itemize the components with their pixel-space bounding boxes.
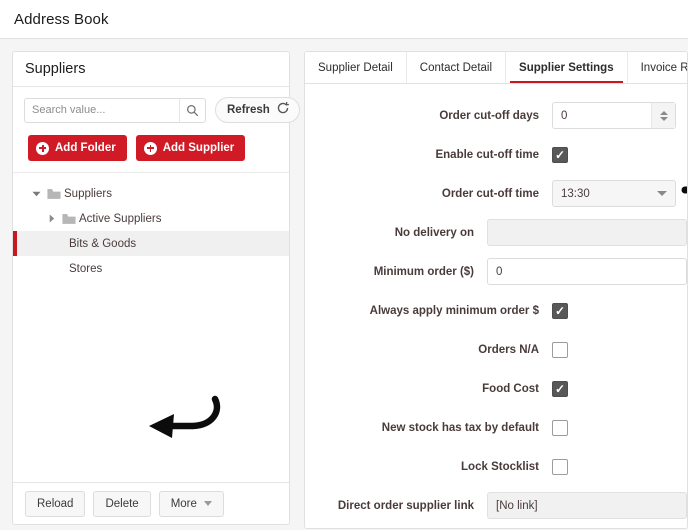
- direct-order-supplier-link-value: [No link]: [496, 499, 538, 512]
- refresh-button[interactable]: Refresh: [215, 97, 300, 123]
- field-row-orders-na: Orders N/A: [305, 330, 687, 369]
- field-row-no-delivery-on: No delivery on: [305, 213, 687, 252]
- field-label: New stock has tax by default: [381, 421, 539, 434]
- chevron-right-icon[interactable]: [43, 214, 59, 223]
- field-label: Orders N/A: [478, 343, 539, 356]
- supplier-details-panel: Supplier Detail Contact Detail Supplier …: [304, 51, 688, 529]
- tab-supplier-settings[interactable]: Supplier Settings: [506, 52, 628, 83]
- field-row-always-apply-minimum-order: Always apply minimum order $ ✓: [305, 291, 687, 330]
- tree-item-suppliers[interactable]: Suppliers: [13, 181, 289, 206]
- field-label: Lock Stocklist: [461, 460, 539, 473]
- field-row-order-cutoff-days: Order cut-off days 0: [305, 96, 687, 135]
- chevron-down-icon: [657, 191, 667, 196]
- field-label: Direct order supplier link: [337, 499, 474, 512]
- tab-label: Invoice Ripper Settings: [640, 61, 688, 74]
- search-input[interactable]: [25, 98, 179, 122]
- page-body: Suppliers Refresh: [0, 39, 688, 530]
- tab-invoice-ripper-settings[interactable]: Invoice Ripper Settings: [628, 52, 688, 83]
- add-supplier-label: Add Supplier: [162, 142, 235, 154]
- suppliers-panel: Suppliers Refresh: [12, 51, 300, 525]
- chevron-down-icon[interactable]: [28, 189, 44, 198]
- field-label: Order cut-off days: [439, 109, 539, 122]
- field-label: Order cut-off time: [441, 187, 539, 200]
- suppliers-panel-header: Suppliers: [13, 52, 289, 87]
- tab-label: Supplier Detail: [318, 61, 393, 74]
- triangle-down-icon: [659, 116, 668, 121]
- page-title: Address Book: [14, 10, 109, 28]
- food-cost-checkbox[interactable]: ✓: [552, 380, 568, 397]
- enable-cutoff-time-checkbox[interactable]: ✓: [552, 146, 568, 163]
- refresh-button-label: Refresh: [227, 104, 270, 116]
- tree-item-label: Stores: [69, 262, 103, 275]
- field-row-order-cutoff-time: Order cut-off time 13:30: [305, 174, 687, 213]
- field-label: Enable cut-off time: [435, 148, 539, 161]
- search-icon[interactable]: [179, 98, 205, 122]
- minimum-order-field[interactable]: 0: [487, 258, 687, 285]
- field-label: Always apply minimum order $: [369, 304, 539, 317]
- field-label: Food Cost: [482, 382, 539, 395]
- field-row-new-stock-has-tax: New stock has tax by default: [305, 408, 687, 447]
- folder-icon: [59, 213, 79, 225]
- chevron-down-icon: [203, 501, 212, 506]
- tree-item-label: Suppliers: [64, 187, 112, 200]
- tree-item-stores[interactable]: Stores: [13, 256, 289, 281]
- tree-item-label: Bits & Goods: [69, 237, 137, 250]
- add-actions-row: Add Folder Add Supplier: [13, 127, 289, 172]
- minimum-order-value: 0: [496, 265, 503, 278]
- order-cutoff-days-stepper[interactable]: 0: [552, 102, 676, 129]
- triangle-up-icon: [659, 110, 668, 115]
- field-row-enable-cutoff-time: Enable cut-off time ✓: [305, 135, 687, 174]
- tab-supplier-detail[interactable]: Supplier Detail: [305, 52, 407, 83]
- field-label: No delivery on: [394, 226, 474, 239]
- tree-item-bits-and-goods[interactable]: Bits & Goods: [13, 231, 289, 256]
- tree-item-active-suppliers[interactable]: Active Suppliers: [13, 206, 289, 231]
- tab-bar: Supplier Detail Contact Detail Supplier …: [305, 52, 687, 84]
- tab-contact-detail[interactable]: Contact Detail: [407, 52, 507, 83]
- check-icon: ✓: [554, 381, 566, 396]
- delete-button-label: Delete: [105, 497, 139, 510]
- panel-footer-toolbar: Reload Delete More: [13, 482, 289, 524]
- stepper-arrows-icon[interactable]: [651, 103, 675, 128]
- reload-button-label: Reload: [37, 497, 74, 510]
- field-label: Minimum order ($): [373, 265, 474, 278]
- lock-stocklist-checkbox[interactable]: [552, 458, 568, 475]
- always-apply-minimum-order-checkbox[interactable]: ✓: [552, 302, 568, 319]
- field-row-food-cost: Food Cost ✓: [305, 369, 687, 408]
- suppliers-panel-title: Suppliers: [25, 61, 86, 77]
- tab-label: Supplier Settings: [519, 61, 614, 74]
- arrow-to-bits-and-goods-annotation: [149, 395, 221, 438]
- check-icon: ✓: [554, 147, 566, 162]
- folder-icon: [44, 188, 64, 200]
- field-row-minimum-order: Minimum order ($) 0: [305, 252, 687, 291]
- plus-circle-icon: [36, 141, 49, 155]
- plus-circle-icon: [143, 141, 157, 155]
- direct-order-supplier-link-field[interactable]: [No link]: [487, 492, 687, 519]
- order-cutoff-days-value: 0: [561, 109, 568, 122]
- add-folder-button[interactable]: Add Folder: [28, 135, 127, 161]
- delete-button[interactable]: Delete: [93, 490, 151, 517]
- supplier-settings-form: Order cut-off days 0 Enable cut-off time: [305, 84, 687, 525]
- top-header-bar: Address Book: [0, 0, 688, 39]
- order-cutoff-time-value: 13:30: [561, 187, 590, 200]
- add-supplier-button[interactable]: Add Supplier: [135, 135, 246, 161]
- no-delivery-on-field[interactable]: [487, 219, 687, 246]
- tree-item-label: Active Suppliers: [79, 212, 162, 225]
- address-book-app: Address Book Suppliers Refresh: [0, 0, 688, 530]
- order-cutoff-time-select[interactable]: 13:30: [552, 180, 676, 207]
- more-button-label: More: [170, 497, 197, 510]
- reload-button[interactable]: Reload: [25, 490, 86, 517]
- field-row-lock-stocklist: Lock Stocklist: [305, 447, 687, 486]
- tab-label: Contact Detail: [419, 61, 493, 74]
- search-toolbar: Refresh: [13, 87, 300, 127]
- supplier-tree: Suppliers Active Suppliers Bits & Goods …: [13, 172, 289, 482]
- more-button[interactable]: More: [158, 490, 224, 517]
- field-row-direct-order-supplier-link: Direct order supplier link [No link]: [305, 486, 687, 525]
- new-stock-has-tax-checkbox[interactable]: [552, 419, 568, 436]
- add-folder-label: Add Folder: [55, 142, 116, 154]
- search-box[interactable]: [24, 97, 206, 123]
- refresh-icon: [276, 101, 290, 120]
- orders-na-checkbox[interactable]: [552, 341, 568, 358]
- check-icon: ✓: [554, 303, 566, 318]
